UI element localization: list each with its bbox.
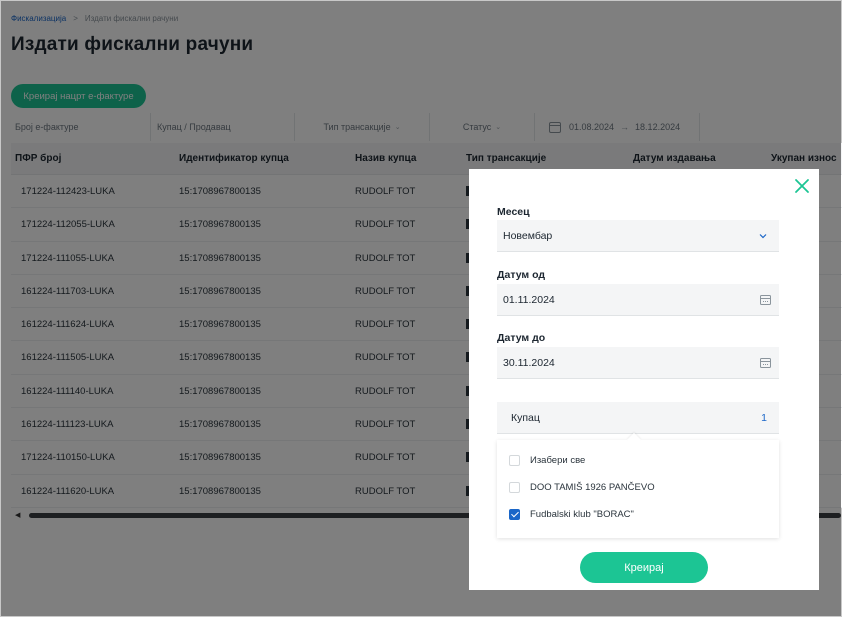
date-from-label: Датум од — [497, 269, 546, 281]
date-to-label: Датум до — [497, 332, 546, 344]
chevron-down-icon — [759, 234, 767, 239]
filter-modal: Месец Новембар Датум од 01.11.2024 Датум… — [469, 169, 819, 590]
option-buyer[interactable]: DOO TAMIŠ 1926 PANČEVO — [509, 478, 655, 496]
checkbox-checked[interactable] — [509, 508, 520, 520]
buyer-options-list: Изабери све DOO TAMIŠ 1926 PANČEVO Fudba… — [497, 440, 779, 538]
option-label: Изабери све — [530, 454, 586, 466]
date-to-value: 30.11.2024 — [503, 356, 555, 369]
month-select[interactable]: Новембар — [497, 220, 779, 252]
checkbox[interactable] — [509, 481, 520, 493]
option-buyer[interactable]: Fudbalski klub "BORAC" — [509, 505, 634, 523]
date-from-value: 01.11.2024 — [503, 293, 555, 306]
checkbox[interactable] — [509, 454, 520, 466]
date-from-field[interactable]: 01.11.2024 — [497, 284, 779, 316]
month-value: Новембар — [503, 229, 553, 242]
calendar-icon[interactable] — [760, 295, 771, 305]
date-to-field[interactable]: 30.11.2024 — [497, 347, 779, 379]
month-label: Месец — [497, 206, 530, 218]
option-label: DOO TAMIŠ 1926 PANČEVO — [530, 481, 655, 493]
close-icon[interactable] — [793, 177, 811, 195]
buyer-multiselect[interactable]: Купац 1 — [497, 402, 779, 434]
buyer-label: Купац — [511, 412, 540, 424]
create-button[interactable]: Креирај — [580, 552, 708, 583]
buyer-selected-count: 1 — [761, 412, 767, 424]
calendar-icon[interactable] — [760, 358, 771, 368]
option-label: Fudbalski klub "BORAC" — [530, 508, 634, 520]
option-select-all[interactable]: Изабери све — [509, 451, 585, 469]
